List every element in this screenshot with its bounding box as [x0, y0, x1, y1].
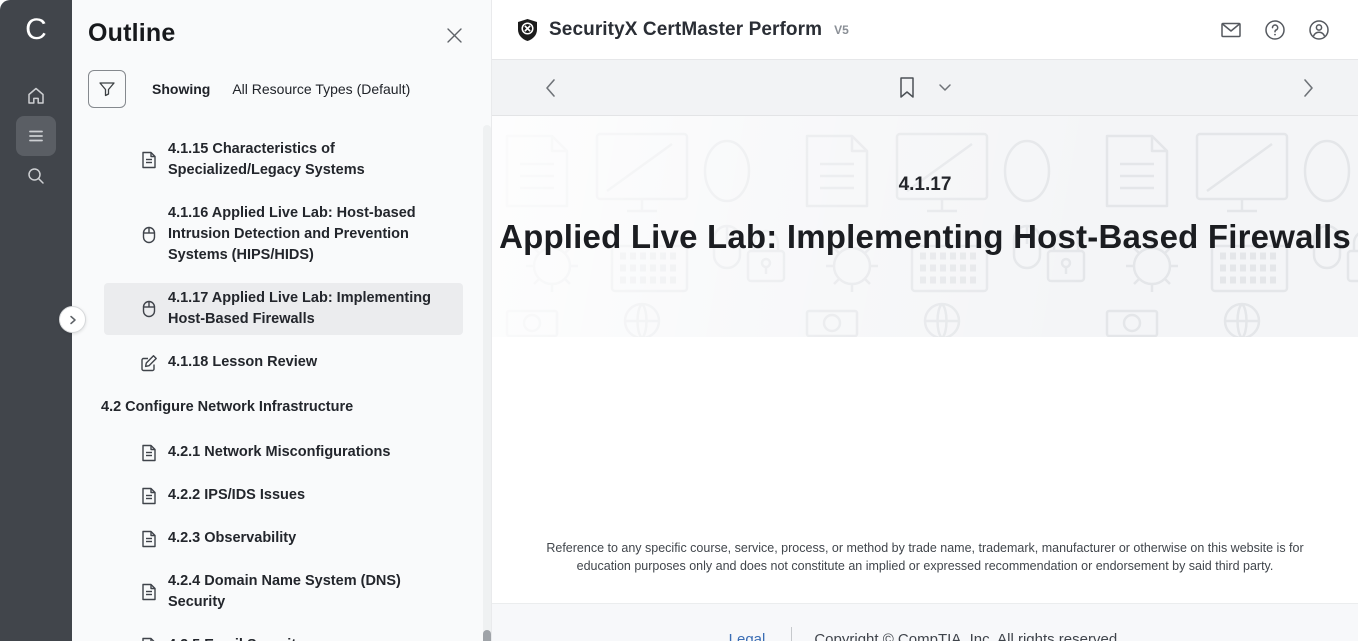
disclaimer-text: Reference to any specific course, servic… — [528, 539, 1323, 575]
document-icon — [139, 444, 159, 462]
lesson-hero: 4.1.17 Applied Live Lab: Implementing Ho… — [492, 116, 1358, 337]
outline-list: 4.1.15 Characteristics of Specialized/Le… — [104, 134, 463, 641]
lesson-title: Applied Live Lab: Implementing Host-Base… — [492, 218, 1358, 256]
outline-item-label: 4.2.4 Domain Name System (DNS) Security — [168, 571, 453, 613]
edit-icon — [139, 354, 159, 372]
outline-section-label: 4.2 Configure Network Infrastructure — [101, 397, 353, 418]
bookmark-icon — [898, 76, 916, 99]
search-button[interactable] — [16, 156, 56, 196]
document-icon — [139, 637, 159, 641]
help-button[interactable] — [1262, 17, 1288, 43]
app-window: C Outli — [0, 0, 1358, 641]
outline-item-4.1.18[interactable]: 4.1.18 Lesson Review — [104, 347, 463, 378]
lesson-number: 4.1.17 — [492, 174, 1358, 196]
lesson-nav-bar — [492, 60, 1358, 116]
mail-icon — [1219, 18, 1243, 42]
outline-item-4.2.5[interactable]: 4.2.5 Email Security — [104, 630, 463, 641]
document-icon — [139, 530, 159, 548]
close-panel-button[interactable] — [441, 22, 467, 48]
close-icon — [446, 27, 463, 44]
chevron-left-icon — [544, 78, 557, 98]
outline-menu-button[interactable] — [16, 116, 56, 156]
main-content: SecurityX CertMaster Perform V5 — [491, 0, 1358, 641]
footer: Legal Copyright © CompTIA, Inc. All righ… — [492, 603, 1358, 641]
document-icon — [139, 151, 159, 169]
previous-lesson-button[interactable] — [536, 74, 564, 102]
outline-item-label: 4.1.16 Applied Live Lab: Host-based Intr… — [168, 203, 453, 266]
chevron-right-icon — [68, 315, 78, 325]
bookmark-button[interactable] — [898, 76, 916, 99]
document-icon — [139, 583, 159, 601]
outline-item-label: 4.1.17 Applied Live Lab: Implementing Ho… — [168, 288, 453, 330]
securityx-shield-icon — [516, 18, 539, 42]
filter-value[interactable]: All Resource Types (Default) — [232, 81, 410, 97]
messages-button[interactable] — [1218, 17, 1244, 43]
outline-item-label: 4.1.18 Lesson Review — [168, 352, 317, 373]
panel-collapse-button[interactable] — [59, 306, 86, 333]
outline-item-label: 4.2.1 Network Misconfigurations — [168, 442, 390, 463]
outline-item-4.2.2[interactable]: 4.2.2 IPS/IDS Issues — [104, 480, 463, 511]
account-button[interactable] — [1306, 17, 1332, 43]
menu-icon — [26, 126, 46, 146]
outline-item-label: 4.2.3 Observability — [168, 528, 296, 549]
search-icon — [26, 166, 46, 186]
outline-item-label: 4.1.15 Characteristics of Specialized/Le… — [168, 139, 453, 181]
help-icon — [1263, 18, 1287, 42]
lesson-body: Reference to any specific course, servic… — [492, 337, 1358, 603]
profile-icon — [1307, 18, 1331, 42]
document-icon — [139, 487, 159, 505]
outline-item-4.1.15[interactable]: 4.1.15 Characteristics of Specialized/Le… — [104, 134, 463, 186]
app-title: SecurityX CertMaster Perform — [549, 19, 822, 41]
outline-item-label: 4.2.2 IPS/IDS Issues — [168, 485, 305, 506]
home-button[interactable] — [16, 76, 56, 116]
filter-showing-label: Showing — [152, 81, 210, 97]
home-icon — [26, 86, 46, 106]
chevron-down-icon — [938, 83, 952, 92]
outline-item-label: 4.2.5 Email Security — [168, 635, 304, 641]
legal-link[interactable]: Legal — [729, 631, 766, 641]
footer-divider — [791, 627, 792, 641]
outline-item-4.1.17[interactable]: 4.1.17 Applied Live Lab: Implementing Ho… — [104, 283, 463, 335]
filter-button[interactable] — [88, 70, 126, 108]
copyright-text: Copyright © CompTIA, Inc. All rights res… — [814, 631, 1121, 641]
outline-item-4.2.3[interactable]: 4.2.3 Observability — [104, 523, 463, 554]
panel-title: Outline — [88, 19, 176, 48]
mouse-icon — [139, 226, 159, 244]
outline-panel: Outline Showing All Resource Types (Defa… — [72, 0, 491, 641]
filter-funnel-icon — [98, 80, 116, 98]
outline-scrollbar-track[interactable] — [483, 125, 491, 641]
app-header: SecurityX CertMaster Perform V5 — [492, 0, 1358, 60]
next-lesson-button[interactable] — [1294, 74, 1322, 102]
brand: SecurityX CertMaster Perform V5 — [516, 18, 849, 42]
bookmark-menu-button[interactable] — [938, 83, 952, 92]
outline-section-header[interactable]: 4.2 Configure Network Infrastructure — [88, 392, 463, 423]
chevron-right-icon — [1302, 78, 1315, 98]
comptia-logo: C — [25, 10, 47, 50]
outline-item-4.2.1[interactable]: 4.2.1 Network Misconfigurations — [104, 437, 463, 468]
app-version: V5 — [834, 23, 849, 37]
outline-item-4.1.16[interactable]: 4.1.16 Applied Live Lab: Host-based Intr… — [104, 198, 463, 271]
left-rail: C — [0, 0, 72, 641]
outline-item-4.2.4[interactable]: 4.2.4 Domain Name System (DNS) Security — [104, 566, 463, 618]
outline-scrollbar-thumb[interactable] — [483, 630, 491, 641]
mouse-icon — [139, 300, 159, 318]
